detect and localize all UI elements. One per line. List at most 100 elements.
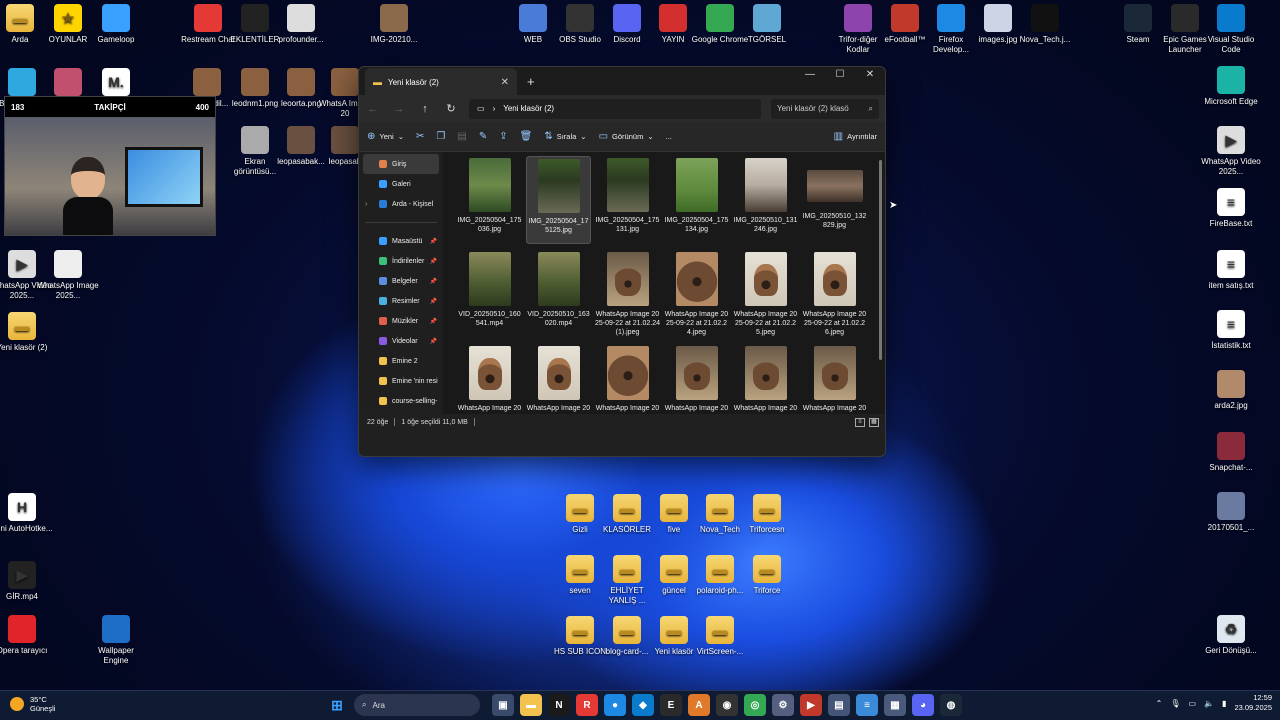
nav-item-onedrive[interactable]: › Arda - Kişisel — [359, 194, 443, 214]
file-item[interactable]: IMG_20250504_175036.jpg — [457, 156, 522, 244]
forward-arrow-icon[interactable]: → — [391, 103, 407, 115]
obs-icon[interactable]: ◉ — [716, 694, 738, 716]
desktop-icon[interactable]: Opera tarayıcı — [0, 615, 53, 656]
file-item[interactable]: IMG_20250510_131246.jpg — [733, 156, 798, 244]
chrome-icon[interactable]: ◎ — [744, 694, 766, 716]
nav-item-quick-access[interactable]: Resimler 📌 — [359, 291, 443, 311]
volume-icon[interactable]: 🔈 — [1204, 699, 1214, 708]
notes-icon[interactable]: ≡ — [856, 694, 878, 716]
view-button[interactable]: ▭ Görünüm ⌄ — [599, 131, 654, 142]
desktop-icon[interactable]: profounder... — [270, 4, 332, 45]
desktop-icon[interactable]: ▬ Triforcesn — [736, 494, 798, 535]
explorer-tab[interactable]: ▬ Yeni klasör (2) ✕ — [365, 68, 517, 96]
file-item[interactable]: WhatsApp Image 2025-09-22 at 21.02.26.jp… — [802, 250, 867, 338]
desktop-icon[interactable]: Visual Studio Code — [1200, 4, 1262, 55]
maximize-button[interactable]: ☐ — [825, 67, 855, 83]
desktop-icon[interactable]: ▬ VirtScreen-... — [689, 616, 751, 657]
scrollbar[interactable] — [879, 160, 882, 360]
discord-icon[interactable]: ◕ — [912, 694, 934, 716]
desktop-icon[interactable]: TGÖRSEL — [736, 4, 798, 45]
desktop-icon[interactable]: Snapchat-... — [1200, 432, 1262, 473]
minimize-button[interactable]: — — [795, 67, 825, 83]
desktop-icon[interactable]: ♻ Geri Dönüşü... — [1200, 615, 1262, 656]
file-item[interactable]: IMG_20250504_175131.jpg — [595, 156, 660, 244]
desktop-icon[interactable]: arda2.jpg — [1200, 370, 1262, 411]
nav-item-folder[interactable]: course-selling- — [359, 391, 443, 411]
delete-icon[interactable]: 🗑 — [520, 131, 533, 142]
more-options-button[interactable]: ... — [666, 132, 672, 141]
nav-item-quick-access[interactable]: Masaüstü 📌 — [359, 231, 443, 251]
search-input[interactable]: Yeni klasör (2) klasö ⌕ — [771, 98, 879, 119]
breadcrumb[interactable]: Yeni klasör (2) — [503, 104, 554, 113]
desktop-icon[interactable]: ▶ GİR.mp4 — [0, 561, 53, 602]
vscode-icon[interactable]: ◆ — [632, 694, 654, 716]
weather-widget[interactable]: 35°C Güneşli — [10, 695, 55, 713]
file-item[interactable]: WhatsApp Image 2025-09-22 at 21.02.28 (2… — [664, 344, 729, 414]
taskbar-search[interactable]: ⌕ Ara — [354, 694, 480, 716]
new-button[interactable]: ⊕ Yeni ⌄ — [367, 131, 404, 142]
nav-item-quick-access[interactable]: Belgeler 📌 — [359, 271, 443, 291]
next-icon[interactable]: N — [548, 694, 570, 716]
desktop-icon[interactable]: ≡ item satış.txt — [1200, 250, 1262, 291]
taskview-icon[interactable]: ▣ — [492, 694, 514, 716]
paste-icon[interactable]: ▤ — [457, 131, 466, 142]
epic-icon[interactable]: E — [660, 694, 682, 716]
close-button[interactable]: ✕ — [855, 67, 885, 83]
desktop-icon[interactable]: ▬ Yeni klasör (2) — [0, 312, 53, 353]
nav-item-home[interactable]: Giriş — [363, 154, 439, 174]
refresh-icon[interactable]: ↻ — [443, 102, 459, 115]
windows-start-icon[interactable]: ⊞ — [326, 694, 348, 716]
media-icon[interactable]: ▶ — [800, 694, 822, 716]
restream-icon[interactable]: R — [576, 694, 598, 716]
desktop-icon[interactable]: Microsoft Edge — [1200, 66, 1262, 107]
details-view-icon[interactable]: ≡ — [855, 417, 865, 427]
nav-item-folder[interactable]: Emine 'nin resi — [359, 371, 443, 391]
battery-icon[interactable]: ▮ — [1222, 699, 1226, 708]
file-item[interactable]: IMG_20250504_175125.jpg — [526, 156, 591, 244]
desktop-icon[interactable]: ≡ FireBase.txt — [1200, 188, 1262, 229]
sort-button[interactable]: ⇅ Sırala ⌄ — [544, 131, 586, 142]
settings-icon[interactable]: ⚙ — [772, 694, 794, 716]
steam-icon[interactable]: ◍ — [940, 694, 962, 716]
clock[interactable]: 12:59 23.09.2025 — [1234, 693, 1272, 713]
rename-icon[interactable]: ✎ — [479, 131, 487, 142]
new-tab-button[interactable]: + — [527, 74, 535, 89]
file-explorer-icon[interactable]: ▬ — [520, 694, 542, 716]
cut-icon[interactable]: ✂ — [416, 131, 424, 142]
file-item[interactable]: IMG_20250510_132829.jpg — [802, 156, 867, 244]
file-item[interactable]: WhatsApp Image 2025-09-22 at 21.02.24 (1… — [595, 250, 660, 338]
desktop-icon[interactable]: Gameloop — [85, 4, 147, 45]
nav-item-gallery[interactable]: Galeri — [359, 174, 443, 194]
network-icon[interactable]: ▭ — [1189, 699, 1197, 708]
desktop-icon[interactable]: IMG-20210... — [363, 4, 425, 45]
file-item[interactable]: VID_20250510_163020.mp4 — [526, 250, 591, 338]
path-box[interactable]: ▭ › Yeni klasör (2) — [469, 98, 761, 119]
file-item[interactable]: WhatsApp Image 2025-09-22 at 21.02.25.jp… — [733, 250, 798, 338]
microphone-icon[interactable]: 🎙 — [1170, 699, 1180, 708]
file-item[interactable]: WhatsApp Image 2025-09-22 at 21.02.27.jp… — [526, 344, 591, 414]
nav-item-quick-access[interactable]: Müzikler 📌 — [359, 311, 443, 331]
capture-icon[interactable]: ▦ — [884, 694, 906, 716]
chevron-right-icon[interactable]: › — [365, 201, 367, 208]
share-icon[interactable]: ⇪ — [499, 131, 507, 142]
back-arrow-icon[interactable]: ← — [365, 103, 381, 115]
file-item[interactable]: WhatsApp Image 2025-09-22 at 21.02.28 (1… — [595, 344, 660, 414]
firefox-icon[interactable]: ● — [604, 694, 626, 716]
desktop-icon[interactable]: Wallpaper Engine — [85, 615, 147, 666]
tiles-view-icon[interactable]: ▦ — [869, 417, 879, 427]
desktop-icon[interactable]: ▬ Triforce — [736, 555, 798, 596]
file-item[interactable]: WhatsApp Image 2025-09-22 at 21.02.28 (4… — [802, 344, 867, 414]
file-item[interactable]: IMG_20250504_175134.jpg — [664, 156, 729, 244]
desktop-icon[interactable]: ≡ İstatistik.txt — [1200, 310, 1262, 351]
nav-item-quick-access[interactable]: Videolar 📌 — [359, 331, 443, 351]
copy-icon[interactable]: ❐ — [436, 131, 445, 142]
details-button[interactable]: ▥ Ayrıntılar — [834, 131, 877, 142]
file-item[interactable]: WhatsApp Image 2025-09-22 at 21.02.28 (3… — [733, 344, 798, 414]
chevron-up-icon[interactable]: ⌃ — [1156, 699, 1163, 708]
aimp-icon[interactable]: A — [688, 694, 710, 716]
file-item[interactable]: WhatsApp Image 2025-09-22 at 21.02.24.jp… — [664, 250, 729, 338]
desktop-icon[interactable]: 20170501_... — [1200, 492, 1262, 533]
desktop-icon[interactable]: WhatsApp Image 2025... — [37, 250, 99, 301]
desktop-icon[interactable]: H Yeni AutoHotke... — [0, 493, 53, 534]
file-item[interactable]: WhatsApp Image 2025-09-22 at 21.02.27 (1… — [457, 344, 522, 414]
